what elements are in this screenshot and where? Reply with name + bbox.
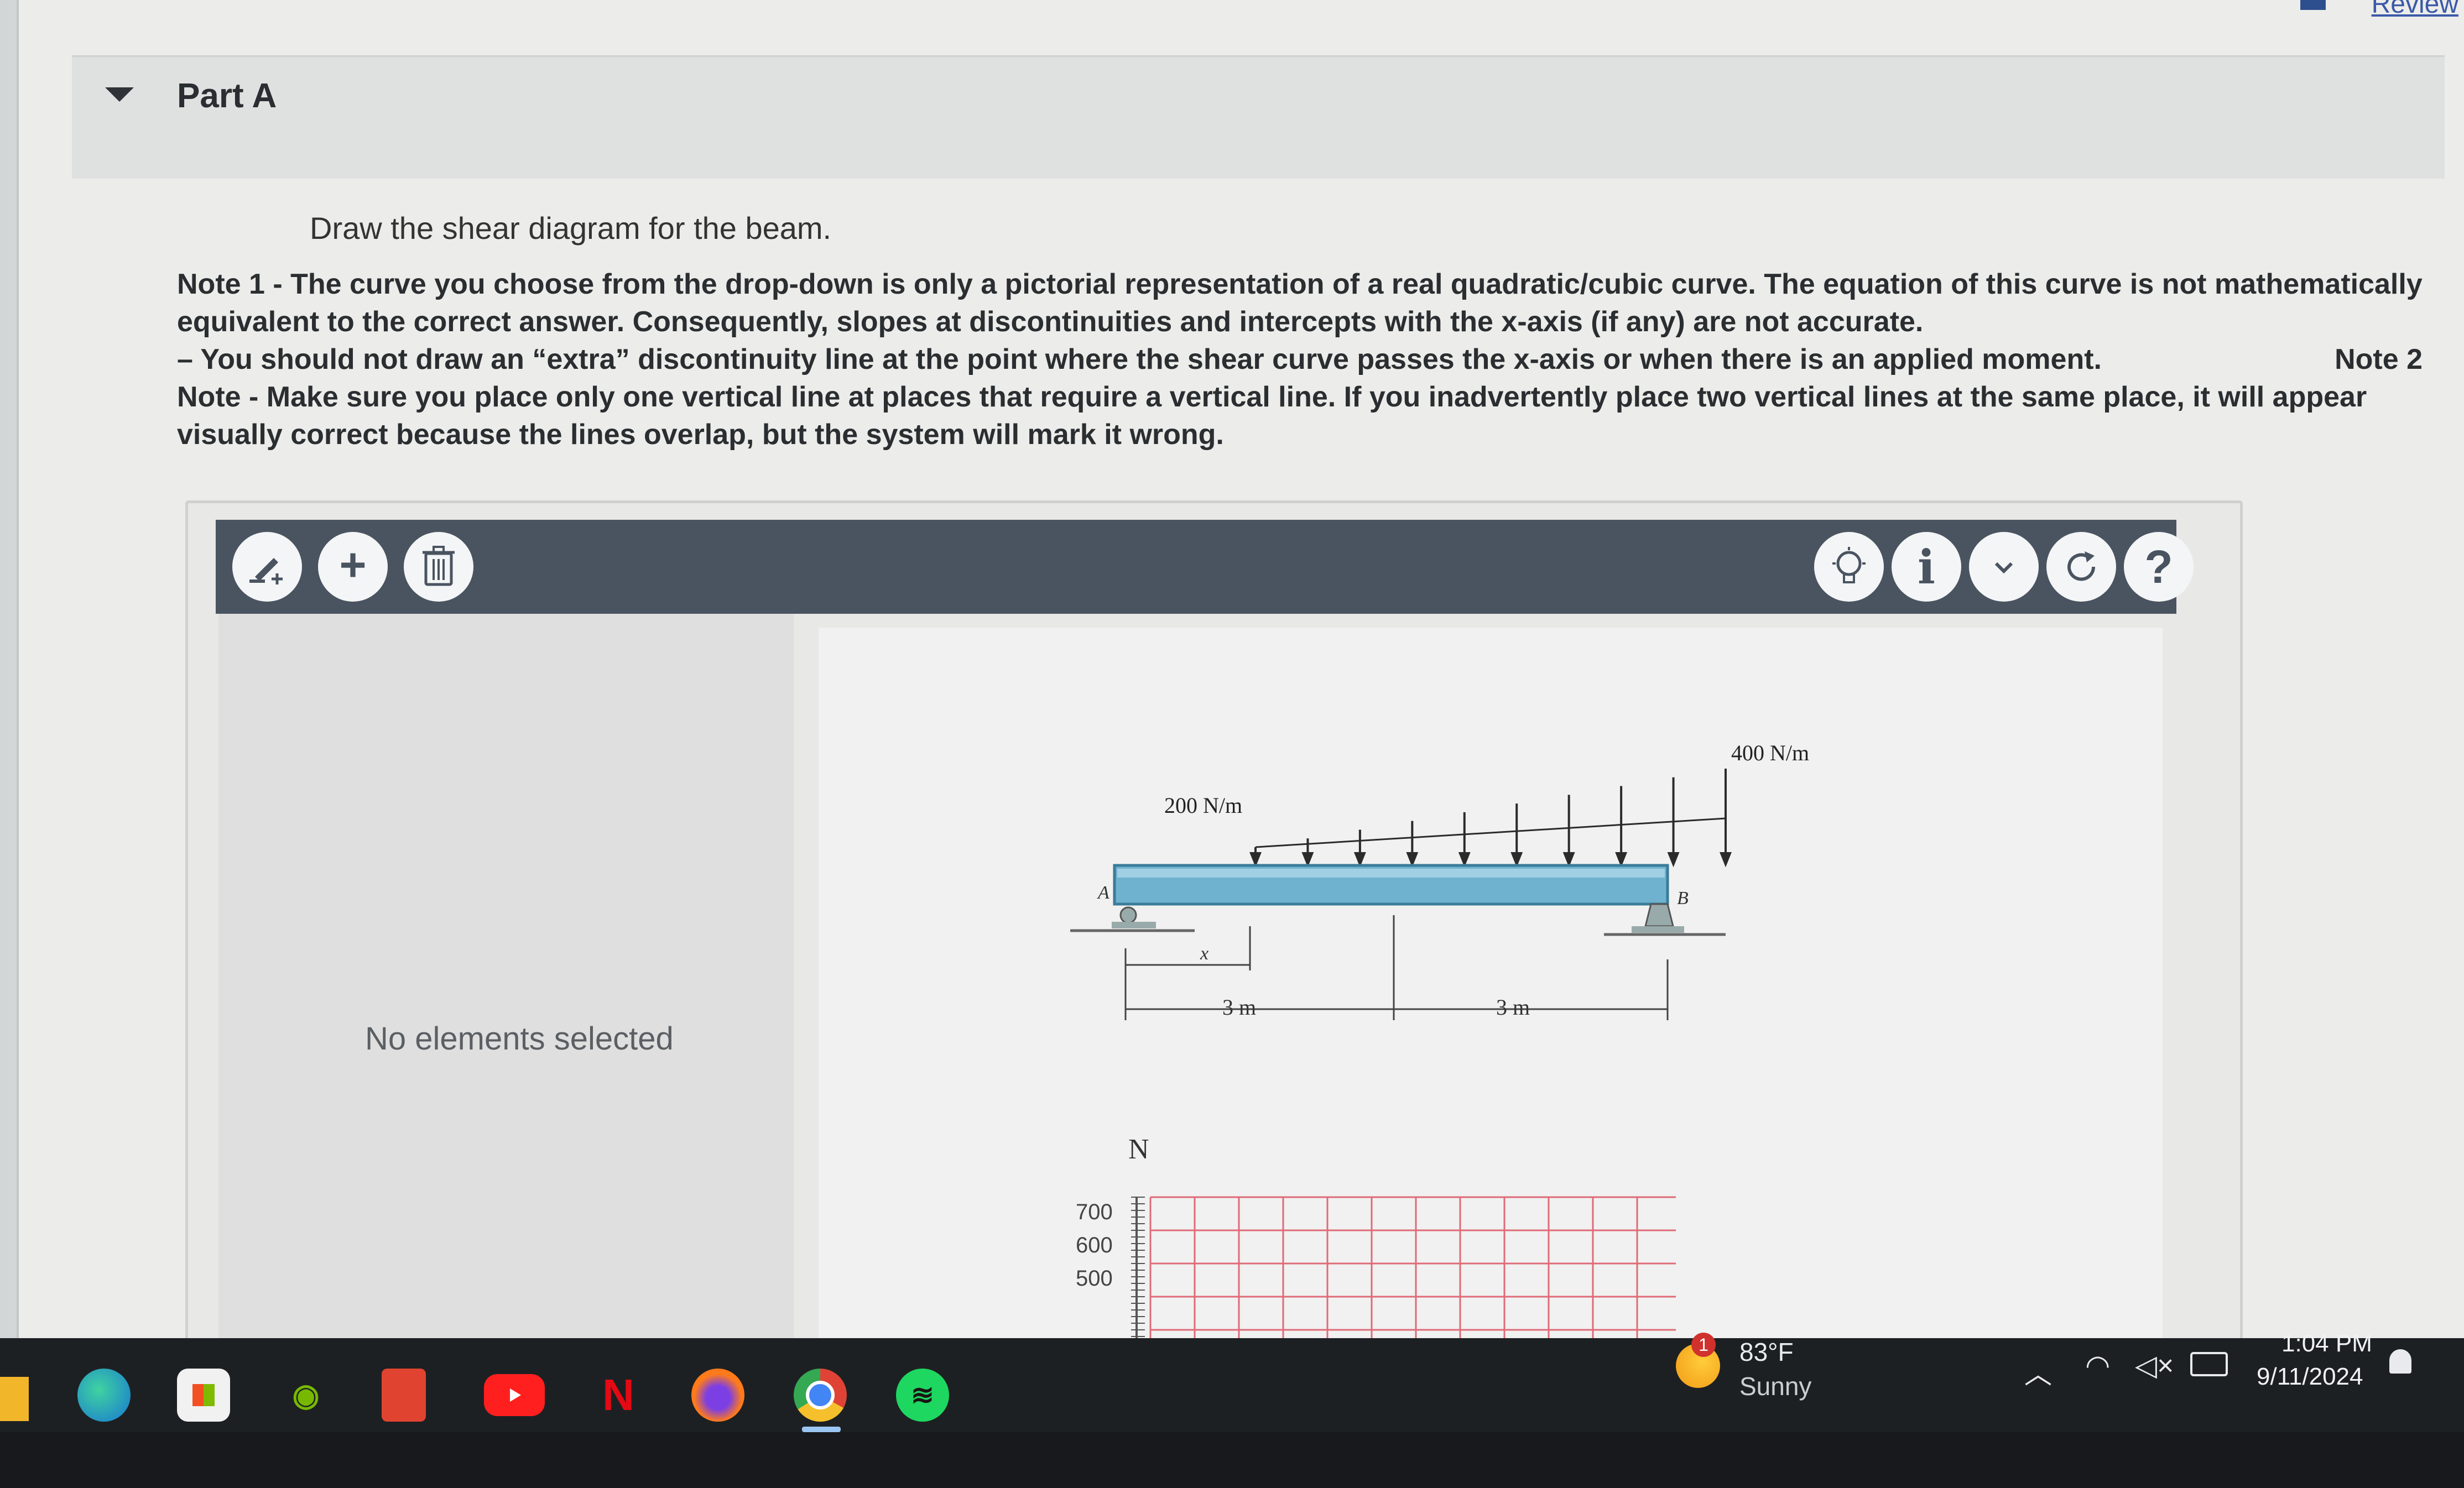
- load-arrow-head: [1301, 852, 1314, 868]
- clock-date[interactable]: 9/11/2024: [2257, 1363, 2363, 1391]
- review-icon: [2300, 0, 2326, 10]
- office-icon[interactable]: [382, 1369, 426, 1422]
- widget-toolbar: + i ?: [216, 520, 2194, 614]
- store-icon[interactable]: [177, 1369, 230, 1422]
- load-arrow-head: [1510, 852, 1523, 868]
- support-a-label: A: [1097, 883, 1109, 903]
- support-a: [1070, 906, 1195, 932]
- browser-page: Review Part A Draw the shear diagram for…: [0, 0, 2464, 1344]
- drawing-canvas[interactable]: 200 N/m 400 N/m A B x 3 m 3 m N 700 600 …: [819, 628, 2163, 1341]
- support-b-label: B: [1677, 888, 1689, 909]
- support-b: [1604, 903, 1726, 936]
- pencil-plus-icon: [249, 558, 283, 584]
- wifi-icon[interactable]: ◠: [2085, 1349, 2110, 1382]
- reset-button[interactable]: [2046, 532, 2116, 602]
- volume-muted-icon[interactable]: ◁×: [2135, 1349, 2174, 1382]
- graph-y-tick-500: 500: [1076, 1266, 1113, 1291]
- edge-icon[interactable]: [77, 1369, 131, 1422]
- span-1-label: 3 m: [1222, 995, 1256, 1020]
- note-1: Note 1 - The curve you choose from the d…: [177, 268, 2423, 338]
- load-arrow-head: [1667, 852, 1680, 868]
- graph-y-tick-600: 600: [1076, 1233, 1113, 1257]
- weather-temperature[interactable]: 83°F: [1739, 1337, 1794, 1367]
- help-button[interactable]: ?: [2124, 532, 2194, 602]
- chevron-up-icon[interactable]: ︿: [2024, 1352, 2052, 1392]
- drawing-widget: + i ? No elements selected 200 N/m 400 N…: [185, 500, 2243, 1344]
- add-button[interactable]: +: [318, 532, 388, 602]
- trash-icon: [423, 546, 455, 586]
- active-app-indicator: [802, 1427, 841, 1432]
- chevron-down-icon: [1994, 562, 2013, 574]
- load-arrow-head: [1353, 852, 1366, 868]
- left-scroll-strip: [0, 0, 19, 1338]
- load-arrow-head: [1720, 852, 1732, 868]
- lightbulb-icon: [1832, 547, 1866, 583]
- shear-graph-grid: [1131, 1196, 1676, 1341]
- review-link[interactable]: Review: [2372, 0, 2458, 19]
- notification-bell-icon[interactable]: [2389, 1349, 2411, 1374]
- nvidia-icon[interactable]: ◉: [279, 1369, 332, 1422]
- taskbar-bottom: [0, 1432, 2464, 1488]
- refresh-icon: [2067, 551, 2096, 581]
- load-arrow-head: [1615, 852, 1628, 868]
- x-dimension-label: x: [1200, 943, 1208, 964]
- load-arrows: [1249, 769, 1732, 868]
- load-arrow-head: [1249, 852, 1262, 868]
- note-3: Note - Make sure you place only one vert…: [177, 381, 2367, 451]
- dropdown-button[interactable]: [1969, 532, 2039, 602]
- question-prompt: Draw the shear diagram for the beam.: [310, 211, 832, 246]
- load-left-label: 200 N/m: [1164, 793, 1242, 818]
- info-icon: i: [1918, 539, 1935, 594]
- graph-y-unit: N: [1128, 1134, 1149, 1165]
- part-a-header[interactable]: Part A: [72, 55, 2445, 179]
- netflix-icon[interactable]: N: [592, 1369, 645, 1422]
- graph-y-tick-700: 700: [1076, 1200, 1113, 1224]
- firefox-icon[interactable]: [691, 1369, 744, 1422]
- hint-button[interactable]: [1814, 532, 1884, 602]
- properties-panel: No elements selected: [218, 614, 794, 1338]
- chrome-icon[interactable]: [794, 1369, 847, 1422]
- battery-icon[interactable]: [2190, 1352, 2228, 1376]
- delete-button[interactable]: [404, 532, 473, 602]
- start-edge-icon[interactable]: [0, 1377, 29, 1421]
- load-right-label: 400 N/m: [1731, 740, 1809, 765]
- clock-time[interactable]: 1:04 PM: [2281, 1330, 2372, 1358]
- load-arrow-head: [1562, 852, 1575, 868]
- plus-icon: +: [339, 538, 367, 591]
- info-button[interactable]: i: [1892, 532, 1961, 602]
- spotify-icon[interactable]: ≋: [896, 1369, 949, 1422]
- load-arrow-head: [1458, 852, 1471, 868]
- part-title: Part A: [177, 77, 277, 115]
- collapse-caret-icon[interactable]: [105, 87, 134, 102]
- load-arrow-head: [1406, 852, 1419, 868]
- distributed-load: [1249, 769, 1732, 868]
- note-2-text: – You should not draw an “extra” discont…: [177, 343, 2102, 375]
- weather-badge: 1: [1691, 1333, 1716, 1357]
- note-2-label: Note 2: [2335, 343, 2423, 375]
- question-icon: ?: [2144, 540, 2173, 593]
- selection-status: No elements selected: [365, 1021, 674, 1057]
- notes-block: Note 1 - The curve you choose from the d…: [177, 265, 2423, 453]
- weather-condition[interactable]: Sunny: [1739, 1371, 1811, 1401]
- dimension-lines: [1124, 915, 1669, 1020]
- youtube-icon[interactable]: [484, 1374, 545, 1416]
- draw-tool-button[interactable]: [232, 532, 302, 602]
- span-2-label: 3 m: [1496, 995, 1530, 1020]
- beam-diagram: 200 N/m 400 N/m A B x 3 m 3 m N 700 600 …: [1070, 740, 1809, 1341]
